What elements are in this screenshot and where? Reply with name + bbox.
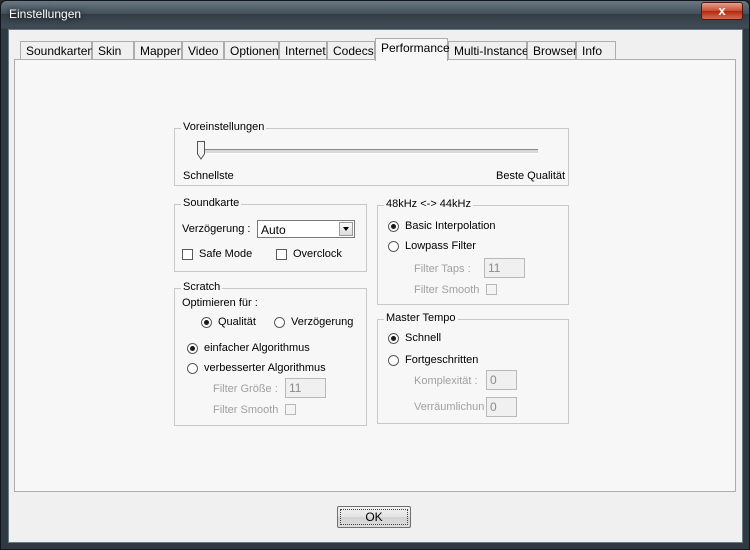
complexity-label: Komplexität : bbox=[414, 375, 478, 387]
group-title: Scratch bbox=[181, 281, 223, 293]
optimize-delay-label: Verzögerung bbox=[291, 316, 354, 328]
filter-size-label: Filter Größe : bbox=[213, 383, 278, 395]
tempo-advanced-label: Fortgeschritten bbox=[405, 354, 479, 366]
tempo-fast-label: Schnell bbox=[405, 332, 442, 344]
close-button[interactable]: x bbox=[701, 2, 743, 20]
tab-soundkarten[interactable]: Soundkarten bbox=[20, 41, 94, 60]
title-bar[interactable]: Einstellungen x bbox=[1, 1, 749, 27]
tempo-advanced-radio[interactable] bbox=[388, 355, 399, 366]
tab-info[interactable]: Info bbox=[576, 41, 616, 60]
tab-multi-instance[interactable]: Multi-Instance bbox=[448, 41, 529, 60]
resample-filter-smooth-label: Filter Smooth bbox=[414, 284, 480, 296]
window-title: Einstellungen bbox=[9, 7, 82, 21]
filter-taps-field[interactable]: 11 bbox=[484, 258, 525, 278]
tempo-fast-radio[interactable] bbox=[388, 333, 399, 344]
spatial-label: Verräumlichung bbox=[414, 401, 484, 413]
tab-optionen[interactable]: Optionen bbox=[224, 41, 279, 60]
tab-internet[interactable]: Internet bbox=[279, 41, 327, 60]
overclock-checkbox[interactable] bbox=[276, 249, 287, 260]
spatial-field[interactable]: 0 bbox=[486, 397, 517, 417]
filter-size-field[interactable]: 11 bbox=[285, 378, 326, 398]
safe-mode-checkbox[interactable] bbox=[182, 249, 193, 260]
overclock-label: Overclock bbox=[293, 248, 342, 260]
optimize-quality-radio[interactable] bbox=[201, 317, 212, 328]
delay-select[interactable]: Auto bbox=[257, 220, 355, 238]
close-icon: x bbox=[718, 3, 726, 18]
lowpass-filter-label: Lowpass Filter bbox=[405, 240, 476, 252]
performance-panel bbox=[14, 59, 736, 492]
optimize-quality-label: Qualität bbox=[218, 316, 256, 328]
slider-min-label: Schnellste bbox=[183, 170, 234, 182]
tab-codecs[interactable]: Codecs bbox=[327, 41, 375, 60]
scratch-filter-smooth-checkbox[interactable] bbox=[285, 404, 296, 415]
optimize-label: Optimieren für : bbox=[182, 297, 258, 309]
chevron-down-icon[interactable] bbox=[339, 222, 353, 236]
basic-interpolation-label: Basic Interpolation bbox=[405, 220, 496, 232]
filter-taps-label: Filter Taps : bbox=[414, 263, 471, 275]
group-title: Soundkarte bbox=[181, 197, 242, 209]
tab-browser[interactable]: Browser bbox=[527, 41, 577, 60]
tab-performance[interactable]: Performance bbox=[375, 38, 450, 61]
preset-slider-track[interactable] bbox=[199, 149, 538, 154]
slider-max-label: Beste Qualität bbox=[496, 170, 566, 182]
simple-algorithm-radio[interactable] bbox=[187, 343, 198, 354]
optimize-delay-radio[interactable] bbox=[274, 317, 285, 328]
group-title: Master Tempo bbox=[384, 312, 458, 324]
lowpass-filter-radio[interactable] bbox=[388, 241, 399, 252]
safe-mode-label: Safe Mode bbox=[199, 248, 253, 260]
delay-label: Verzögerung : bbox=[182, 223, 251, 235]
improved-algorithm-radio[interactable] bbox=[187, 363, 198, 374]
tab-mapper[interactable]: Mapper bbox=[134, 41, 182, 60]
ok-button[interactable]: OK bbox=[337, 506, 411, 528]
delay-select-value: Auto bbox=[261, 223, 286, 237]
tab-video[interactable]: Video bbox=[182, 41, 224, 60]
group-title: Voreinstellungen bbox=[181, 121, 267, 133]
improved-algorithm-label: verbesserter Algorithmus bbox=[204, 362, 326, 374]
simple-algorithm-label: einfacher Algorithmus bbox=[204, 342, 310, 354]
preset-slider-thumb[interactable] bbox=[197, 141, 205, 160]
scratch-filter-smooth-label: Filter Smooth bbox=[213, 404, 279, 416]
soundkarte-group: Soundkarte bbox=[174, 197, 367, 272]
tab-skin[interactable]: Skin bbox=[92, 41, 134, 60]
group-title: 48kHz <-> 44kHz bbox=[384, 198, 473, 210]
complexity-field[interactable]: 0 bbox=[486, 370, 517, 390]
resample-filter-smooth-checkbox[interactable] bbox=[486, 284, 497, 295]
basic-interpolation-radio[interactable] bbox=[388, 221, 399, 232]
